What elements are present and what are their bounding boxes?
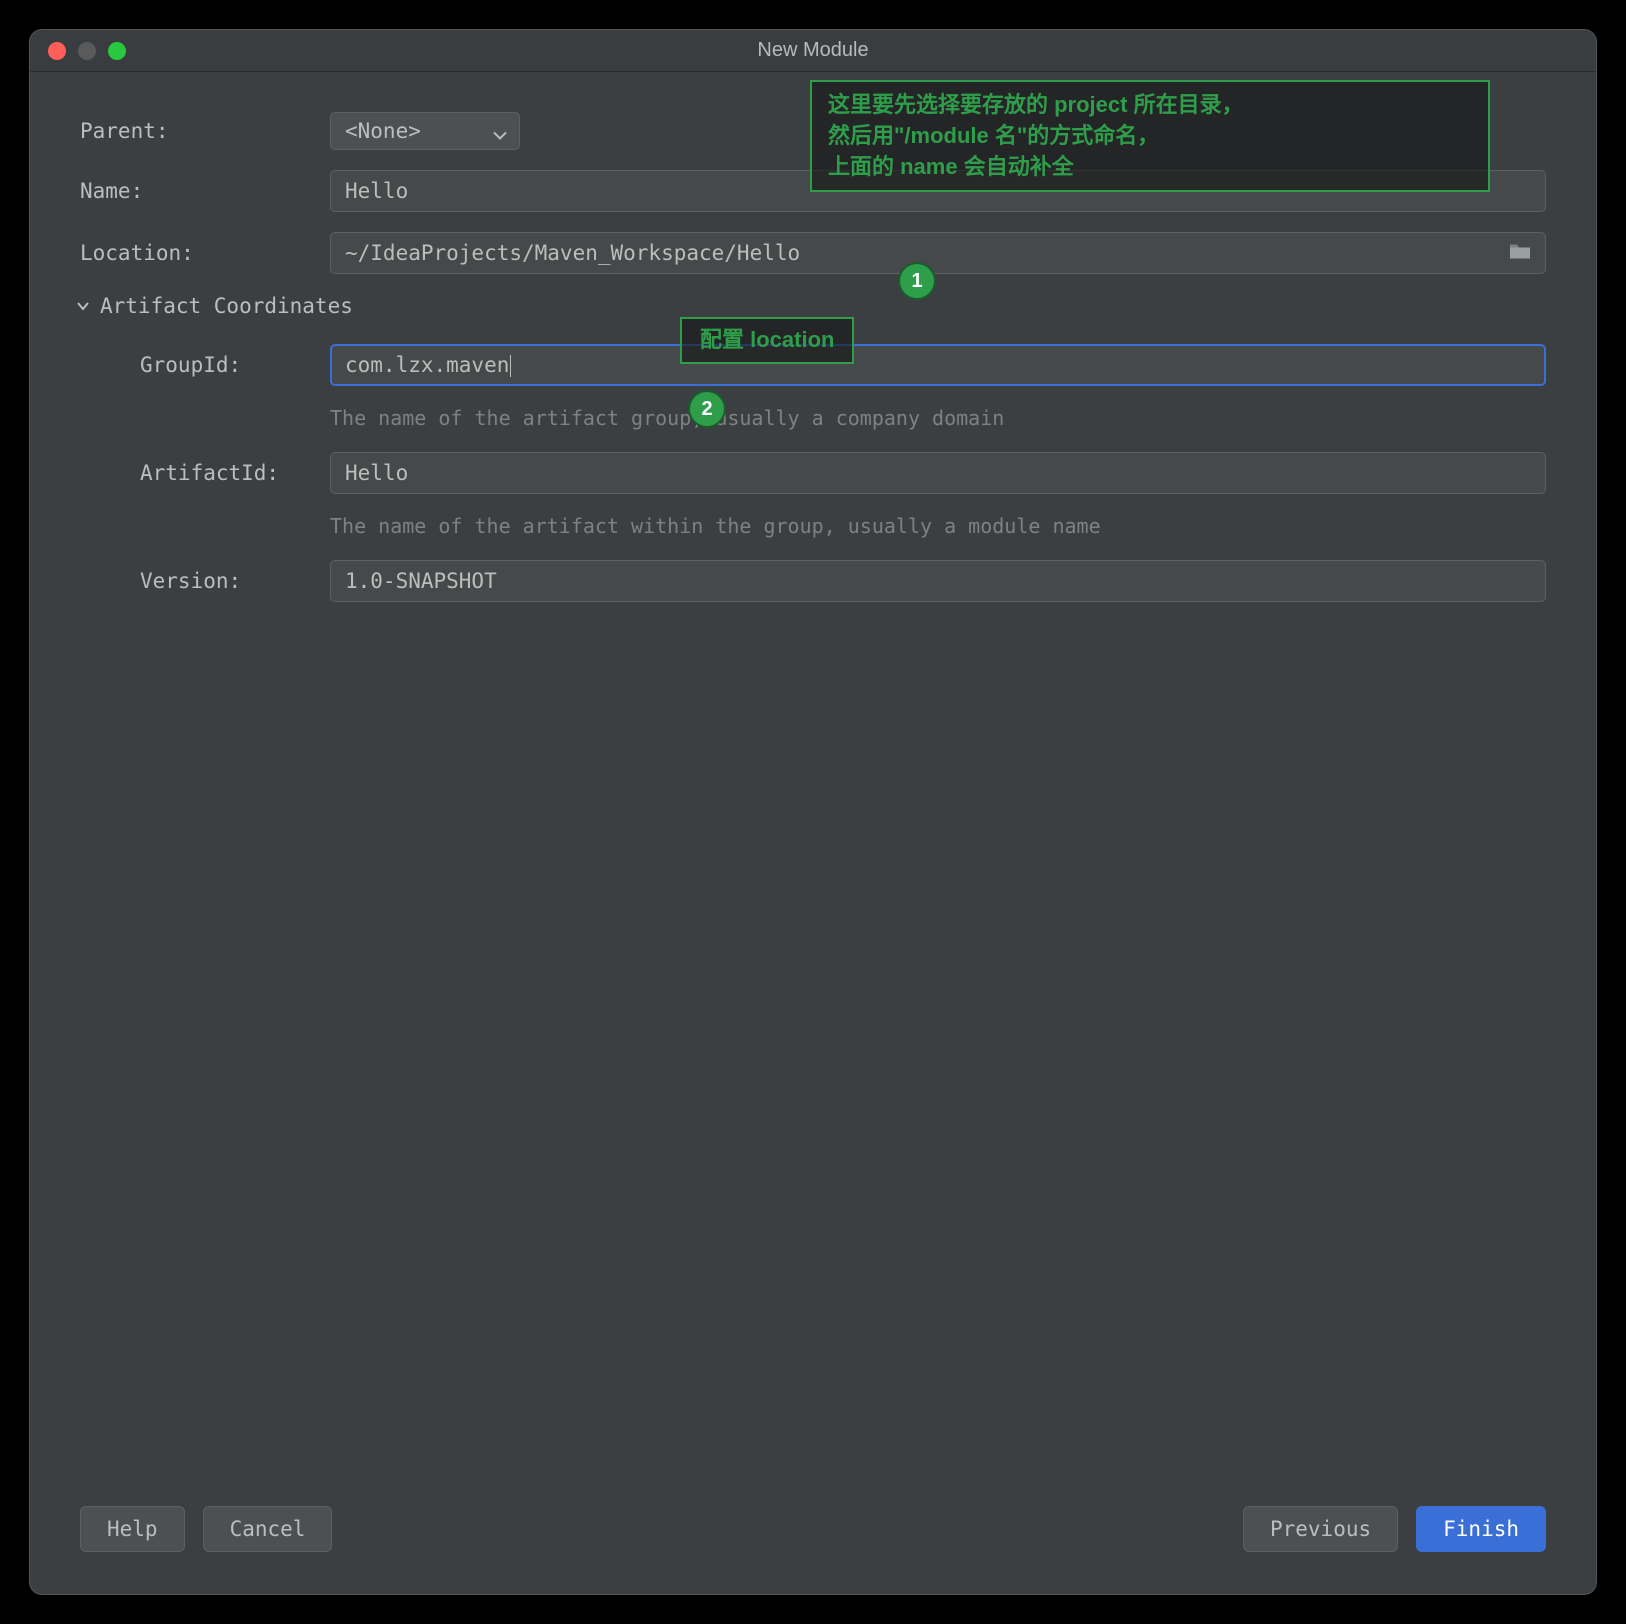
location-input[interactable]: ~/IdeaProjects/Maven_Workspace/Hello bbox=[330, 232, 1546, 274]
parent-label: Parent: bbox=[80, 119, 330, 143]
previous-button[interactable]: Previous bbox=[1243, 1506, 1398, 1552]
help-button[interactable]: Help bbox=[80, 1506, 185, 1552]
name-value: Hello bbox=[345, 179, 408, 203]
artifactid-label: ArtifactId: bbox=[140, 461, 330, 485]
text-cursor bbox=[510, 355, 511, 377]
browse-folder-icon[interactable] bbox=[1508, 241, 1532, 266]
version-row: Version: 1.0-SNAPSHOT bbox=[140, 560, 1546, 602]
cancel-button[interactable]: Cancel bbox=[203, 1506, 333, 1552]
location-value: ~/IdeaProjects/Maven_Workspace/Hello bbox=[345, 241, 800, 265]
parent-select[interactable]: <None> bbox=[330, 112, 520, 150]
new-module-dialog: New Module Parent: <None> Name: Hello bbox=[30, 30, 1596, 1594]
location-label: Location: bbox=[80, 241, 330, 265]
window-title: New Module bbox=[30, 39, 1596, 62]
name-input[interactable]: Hello bbox=[330, 170, 1546, 212]
artifactid-input[interactable]: Hello bbox=[330, 452, 1546, 494]
location-row: Location: ~/IdeaProjects/Maven_Workspace… bbox=[80, 232, 1546, 274]
artifact-coordinates-label: Artifact Coordinates bbox=[100, 294, 353, 318]
groupid-input[interactable]: com.lzx.maven bbox=[330, 344, 1546, 386]
parent-value: <None> bbox=[345, 119, 421, 143]
groupid-hint: The name of the artifact group, usually … bbox=[330, 406, 1546, 430]
artifactid-value: Hello bbox=[345, 461, 408, 485]
version-label: Version: bbox=[140, 569, 330, 593]
artifact-coordinates-toggle[interactable]: Artifact Coordinates bbox=[76, 294, 1546, 318]
name-row: Name: Hello bbox=[80, 170, 1546, 212]
parent-row: Parent: <None> bbox=[80, 112, 1546, 150]
groupid-value: com.lzx.maven bbox=[345, 353, 509, 377]
chevron-down-icon bbox=[76, 294, 90, 318]
version-value: 1.0-SNAPSHOT bbox=[345, 569, 497, 593]
artifactid-row: ArtifactId: Hello bbox=[140, 452, 1546, 494]
chevron-down-icon bbox=[493, 121, 507, 145]
name-label: Name: bbox=[80, 179, 330, 203]
groupid-label: GroupId: bbox=[140, 353, 330, 377]
artifactid-hint: The name of the artifact within the grou… bbox=[330, 514, 1546, 538]
footer-spacer bbox=[350, 1506, 1225, 1552]
version-input[interactable]: 1.0-SNAPSHOT bbox=[330, 560, 1546, 602]
dialog-footer: Help Cancel Previous Finish bbox=[80, 1506, 1546, 1552]
groupid-row: GroupId: com.lzx.maven bbox=[140, 344, 1546, 386]
finish-button[interactable]: Finish bbox=[1416, 1506, 1546, 1552]
dialog-content: Parent: <None> Name: Hello Location: bbox=[30, 72, 1596, 642]
titlebar: New Module bbox=[30, 30, 1596, 72]
